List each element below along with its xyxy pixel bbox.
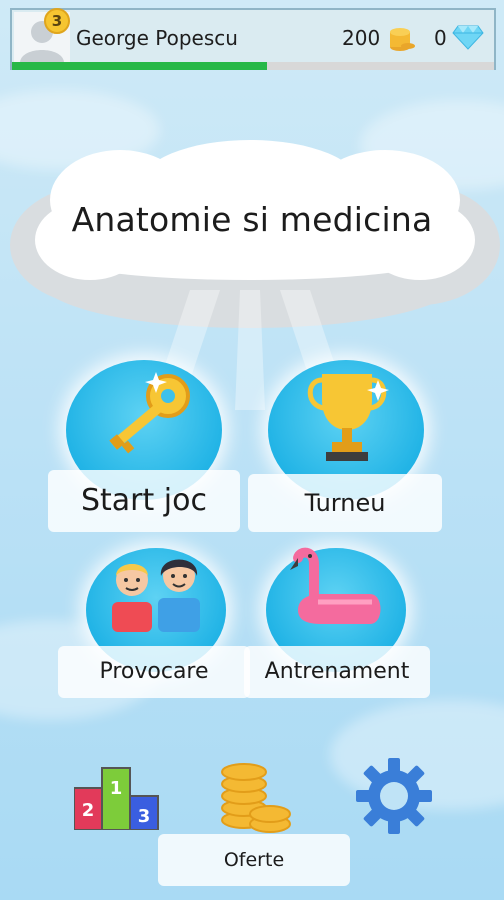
trophy-icon [307,374,389,461]
category-title: Anatomie si medicina [71,200,433,239]
xp-progress-fill [12,62,268,70]
training-button[interactable]: Antrenament [244,646,430,698]
key-icon [109,372,190,454]
challenge-label: Provocare [99,659,209,684]
diamond-icon [452,25,484,50]
gear-icon[interactable] [354,756,434,836]
challenge-button[interactable]: Provocare [58,646,250,698]
start-game-button[interactable]: Start joc [48,470,240,532]
offers-label: Oferte [223,849,285,871]
training-label: Antrenament [264,659,410,684]
start-game-label: Start joc [80,483,207,518]
xp-progress-bar [12,62,494,70]
podium-number-1: 1 [110,778,123,799]
level-badge: 3 [44,8,70,34]
podium-number-3: 3 [138,806,151,827]
offers-button[interactable]: Oferte [158,834,350,886]
gems-count: 0 [434,26,447,50]
tournament-button[interactable]: Turneu [248,474,442,532]
tournament-label: Turneu [304,489,386,517]
podium-number-2: 2 [82,800,95,821]
friends-icon [112,559,200,632]
coins-icon [390,28,415,51]
player-name: George Popescu [76,26,238,50]
podium-icon[interactable]: 2 1 3 [74,760,160,830]
coins-count: 200 [342,26,381,50]
flamingo-float-icon [290,547,381,624]
coin-stack-icon[interactable] [218,758,294,838]
